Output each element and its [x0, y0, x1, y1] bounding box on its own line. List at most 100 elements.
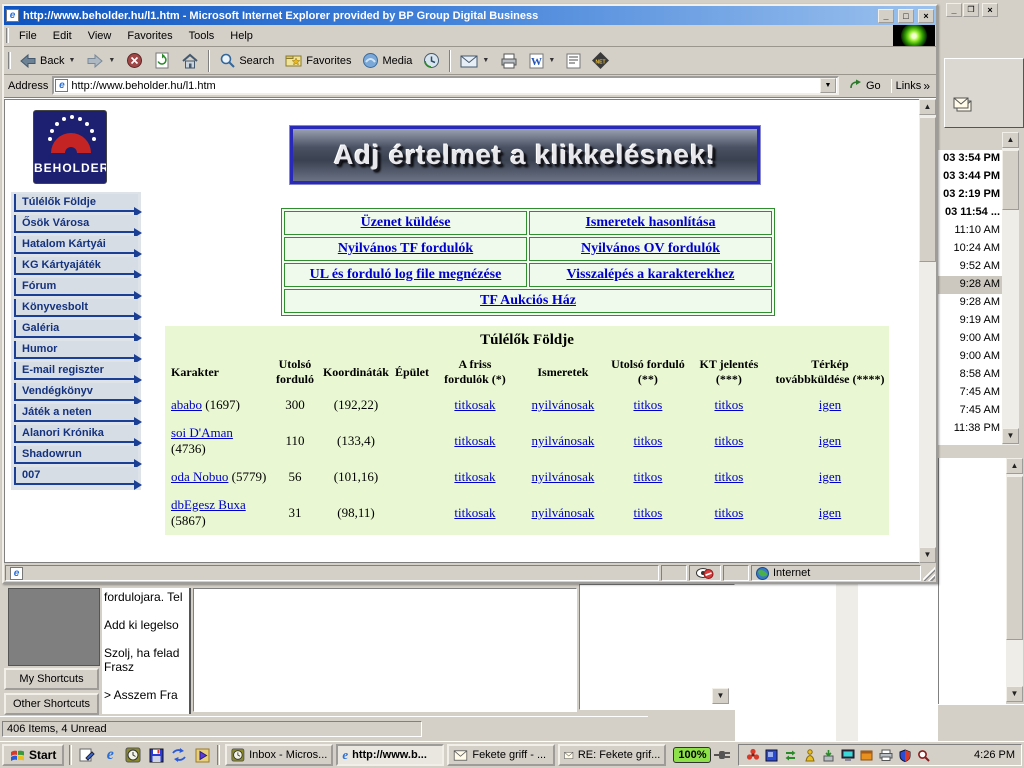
knowledge-link[interactable]: nyilvánosak [532, 397, 595, 412]
mail-item[interactable]: 11:10 AM [938, 222, 1002, 240]
mail-item[interactable]: 03 3:54 PM [938, 150, 1002, 168]
page-scroll-down[interactable]: ▼ [919, 547, 936, 563]
minimize-button[interactable]: _ [878, 9, 894, 23]
mail-item[interactable]: 03 11:54 ... [938, 204, 1002, 222]
link-ismeretek-hasonlitasa[interactable]: Ismeretek hasonlítása [585, 215, 715, 230]
last-turn-link[interactable]: titkos [633, 469, 662, 484]
fresh-turns-link[interactable]: titkosak [454, 505, 495, 520]
links-toolbar[interactable]: Links» [891, 79, 934, 93]
edit-button[interactable]: W ▼ [524, 49, 560, 73]
sidebar-item-kg-kartyajatek[interactable]: KG Kártyajáték [14, 257, 138, 275]
launch-save-icon[interactable] [146, 745, 166, 765]
stop-button[interactable] [121, 49, 148, 73]
task-ie-beholder[interactable]: e http://www.b... [336, 744, 444, 766]
back-button[interactable]: Back▼ [14, 49, 80, 73]
other-shortcuts-button[interactable]: Other Shortcuts [4, 693, 99, 715]
character-link[interactable]: dbEgesz Buxa [171, 497, 246, 512]
mail-item[interactable]: 9:19 AM [938, 312, 1002, 330]
sidebar-item-forum[interactable]: Fórum [14, 278, 138, 296]
net-tool-button[interactable]: NET [587, 49, 614, 73]
kt-report-link[interactable]: titkos [714, 469, 743, 484]
mail-item[interactable]: 9:00 AM [938, 330, 1002, 348]
mail-item[interactable]: 7:45 AM [938, 384, 1002, 402]
mail-list-scroll-up[interactable]: ▲ [1002, 132, 1019, 148]
address-dropdown-arrow[interactable]: ▼ [820, 78, 836, 93]
fresh-turns-link[interactable]: titkosak [454, 433, 495, 448]
menu-view[interactable]: View [80, 27, 120, 45]
network-tray-icon[interactable] [783, 748, 798, 763]
page-scroll-up[interactable]: ▲ [919, 99, 936, 115]
agent-tray-icon[interactable] [802, 748, 817, 763]
discuss-button[interactable] [561, 49, 586, 73]
display-tray-icon[interactable] [764, 748, 779, 763]
character-link[interactable]: soi D'Aman [171, 425, 233, 440]
mail-list-scroll-thumb[interactable] [1002, 150, 1019, 210]
mail-item[interactable]: 9:00 AM [938, 348, 1002, 366]
outlook-close-button[interactable]: × [982, 3, 998, 17]
last-turn-link[interactable]: titkos [633, 433, 662, 448]
last-turn-link[interactable]: titkos [633, 505, 662, 520]
mail-item-selected[interactable]: 9:28 AM [938, 276, 1002, 294]
mail-item[interactable]: 03 2:19 PM [938, 186, 1002, 204]
mail-item[interactable]: 10:24 AM [938, 240, 1002, 258]
update-tray-icon[interactable] [821, 748, 836, 763]
forward-button[interactable]: ▼ [81, 49, 120, 73]
show-desktop-icon[interactable] [77, 745, 97, 765]
menu-file[interactable]: File [11, 27, 45, 45]
map-forward-link[interactable]: igen [819, 469, 841, 484]
reading-scroll-up[interactable]: ▲ [1006, 458, 1023, 474]
character-link[interactable]: ababo [171, 397, 202, 412]
link-ul-log-file[interactable]: UL és forduló log file megnézése [310, 267, 502, 282]
home-button[interactable] [176, 49, 204, 73]
mail-item[interactable]: 7:45 AM [938, 402, 1002, 420]
fan-tray-icon[interactable] [745, 748, 760, 763]
map-forward-link[interactable]: igen [819, 505, 841, 520]
sidebar-item-humor[interactable]: Humor [14, 341, 138, 359]
menu-edit[interactable]: Edit [45, 27, 80, 45]
security-tray-icon[interactable] [897, 748, 912, 763]
mail-list-scroll-down[interactable]: ▼ [1002, 428, 1019, 444]
task-inbox[interactable]: Inbox - Micros... [225, 744, 333, 766]
refresh-button[interactable] [149, 49, 175, 73]
character-link[interactable]: oda Nobuo [171, 469, 228, 484]
privacy-report-panel[interactable] [689, 565, 721, 581]
mail-item[interactable]: 9:28 AM [938, 294, 1002, 312]
kt-report-link[interactable]: titkos [714, 397, 743, 412]
launch-media-player-icon[interactable] [192, 745, 212, 765]
map-forward-link[interactable]: igen [819, 397, 841, 412]
address-input[interactable] [71, 78, 817, 93]
favorites-button[interactable]: Favorites [280, 49, 356, 73]
go-button[interactable]: Go [843, 78, 887, 94]
sidebar-item-vendegkonyv[interactable]: Vendégkönyv [14, 383, 138, 401]
last-turn-link[interactable]: titkos [633, 397, 662, 412]
knowledge-link[interactable]: nyilvánosak [532, 469, 595, 484]
task-re-fekete-griff[interactable]: RE: Fekete grif... [558, 744, 666, 766]
print-button[interactable] [495, 49, 523, 73]
sidebar-item-shadowrun[interactable]: Shadowrun [14, 446, 138, 464]
bg-scroll-track[interactable] [836, 584, 858, 741]
sidebar-item-alanori-kronika[interactable]: Alanori Krónika [14, 425, 138, 443]
mail-button[interactable]: ▼ [455, 49, 494, 73]
menu-help[interactable]: Help [222, 27, 261, 45]
mail-item[interactable]: 9:52 AM [938, 258, 1002, 276]
chat-window-tray-icon[interactable] [859, 748, 874, 763]
launch-ie-icon[interactable]: e [100, 745, 120, 765]
sidebar-item-konyvesbolt[interactable]: Könyvesbolt [14, 299, 138, 317]
my-shortcuts-button[interactable]: My Shortcuts [4, 668, 99, 690]
kt-report-link[interactable]: titkos [714, 433, 743, 448]
fresh-turns-link[interactable]: titkosak [454, 469, 495, 484]
page-scroll-thumb[interactable] [919, 117, 936, 262]
outlook-minimize-button[interactable]: _ [946, 3, 962, 17]
kt-report-link[interactable]: titkos [714, 505, 743, 520]
reading-scroll-down[interactable]: ▼ [1006, 686, 1023, 702]
resize-grip[interactable] [923, 565, 935, 581]
menu-tools[interactable]: Tools [181, 27, 223, 45]
link-visszalepes[interactable]: Visszalépés a karakterekhez [567, 267, 735, 282]
sidebar-item-jatek-a-neten[interactable]: Játék a neten [14, 404, 138, 422]
history-button[interactable] [418, 49, 445, 73]
menu-favorites[interactable]: Favorites [119, 27, 180, 45]
link-nyilvanos-tf-fordulok[interactable]: Nyilvános TF fordulók [338, 241, 473, 256]
mail-item[interactable]: 11:38 PM [938, 420, 1002, 438]
map-forward-link[interactable]: igen [819, 433, 841, 448]
printer-tray-icon[interactable] [878, 748, 893, 763]
